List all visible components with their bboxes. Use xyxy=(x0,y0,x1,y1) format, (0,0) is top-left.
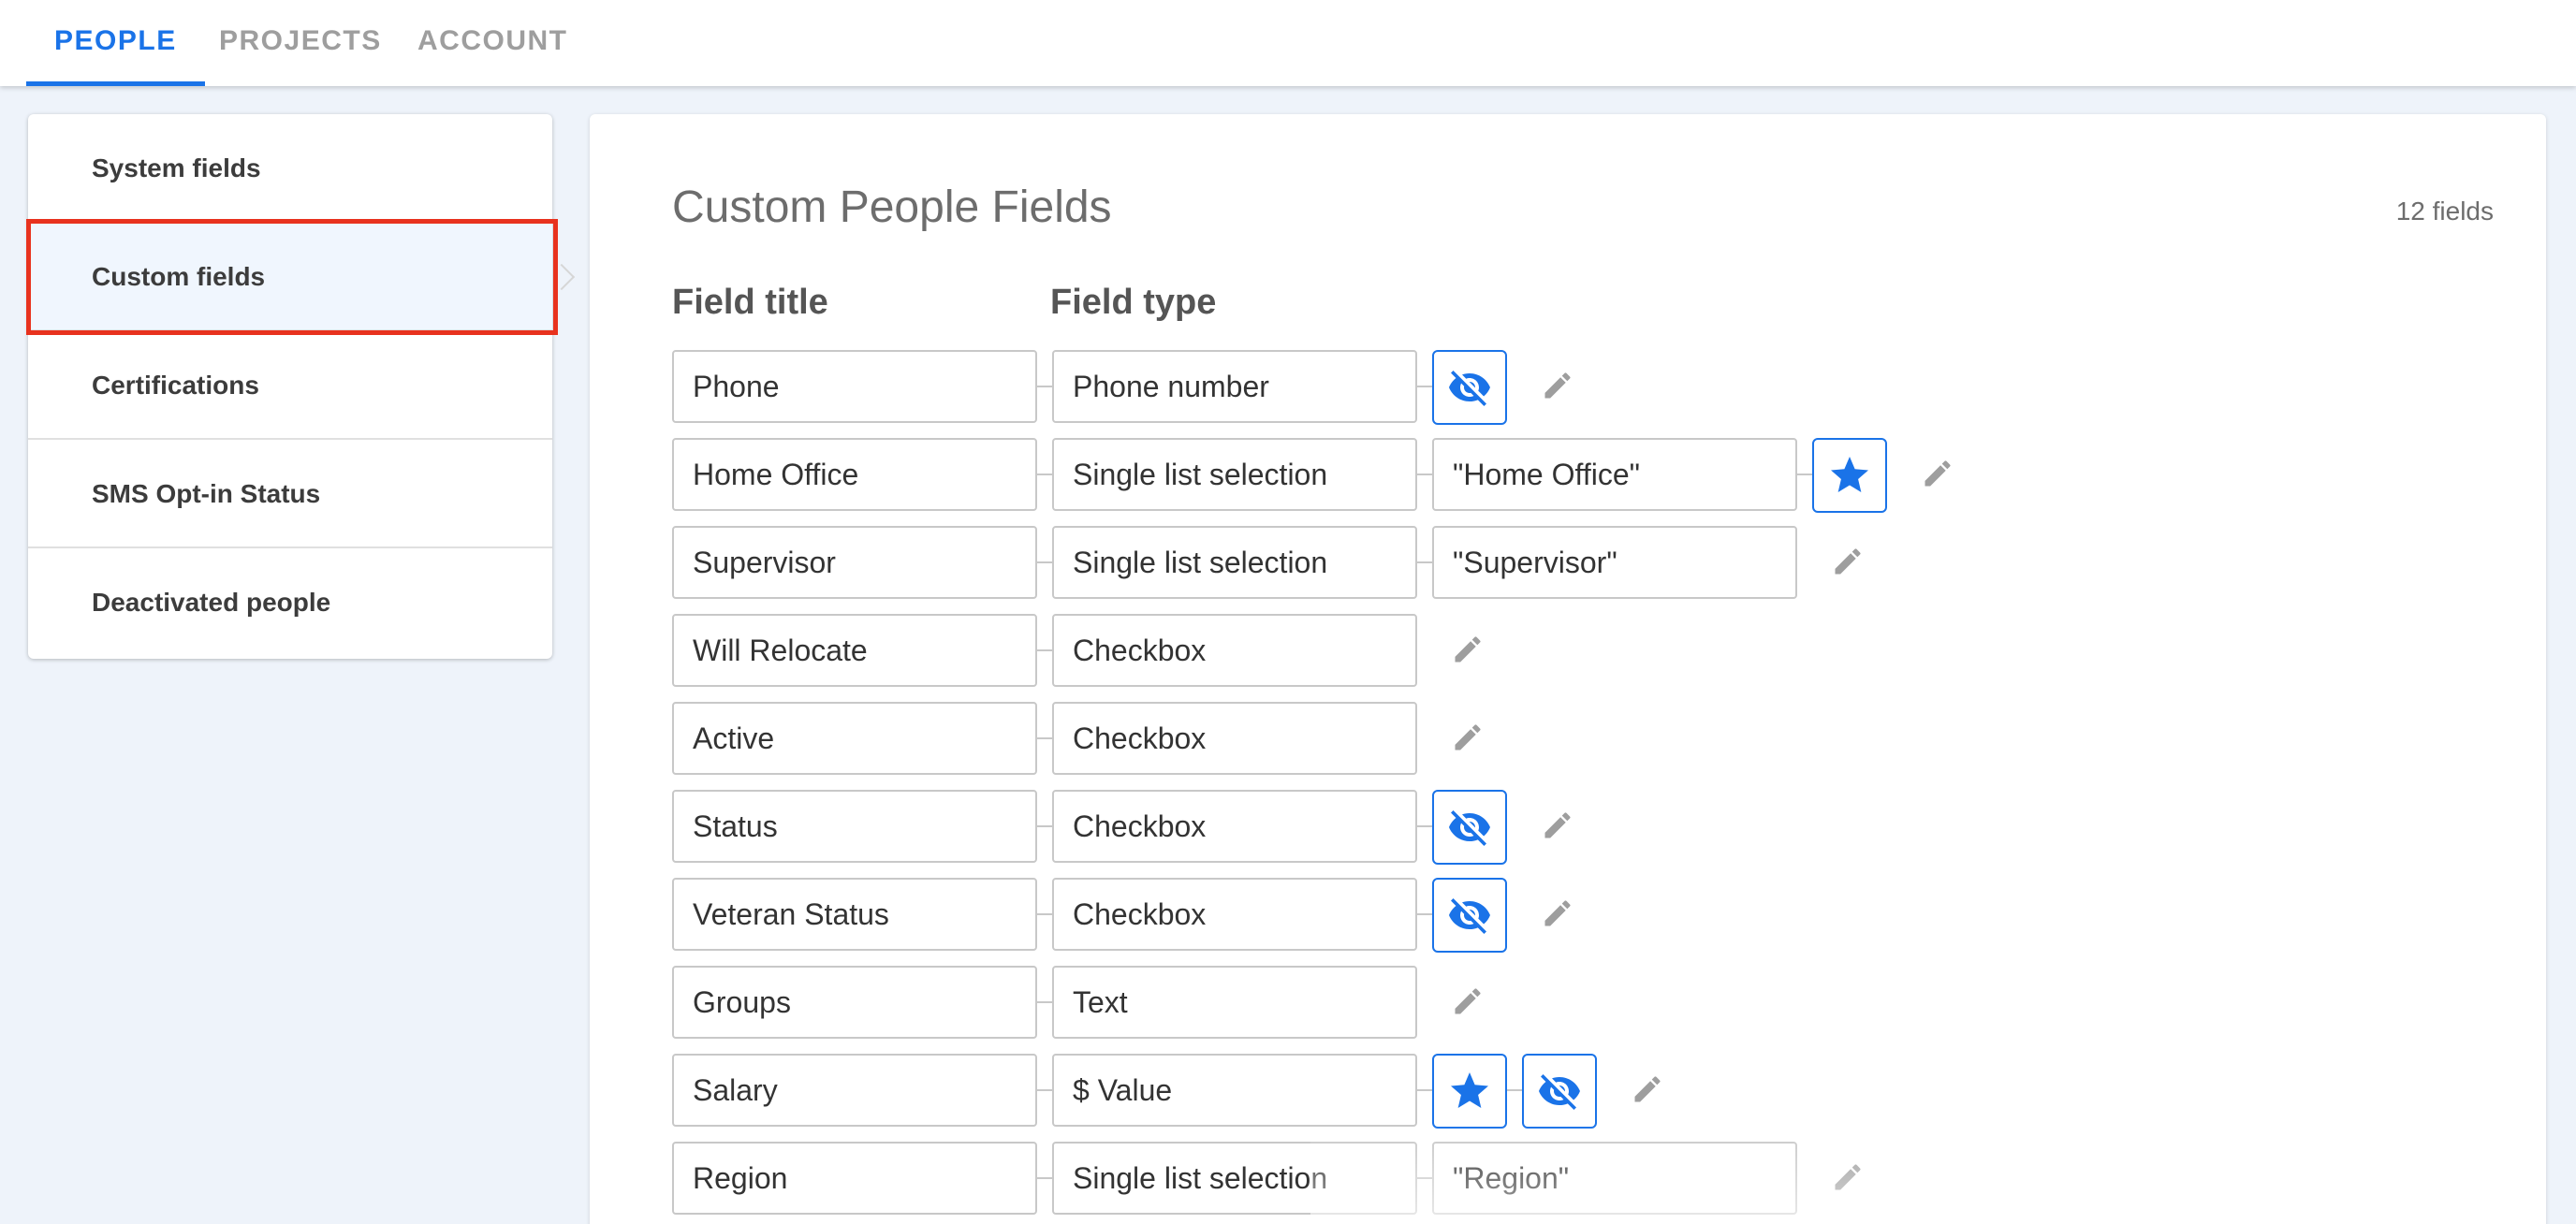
sidebar-item-certifications[interactable]: Certifications xyxy=(28,331,552,440)
top-nav: PEOPLE PROJECTS ACCOUNT xyxy=(0,0,2576,86)
connector-line xyxy=(1507,1089,1522,1091)
connector-line xyxy=(1037,649,1052,651)
page-title: Custom People Fields xyxy=(672,182,1112,232)
edit-pencil-icon[interactable] xyxy=(1919,455,1956,492)
field-type-select[interactable]: Checkbox xyxy=(1052,614,1417,687)
connector-line xyxy=(1037,474,1052,475)
main-panel: Custom People Fields 12 fields Field tit… xyxy=(590,114,2546,1224)
star-icon xyxy=(1447,1069,1492,1114)
field-title-input[interactable]: Will Relocate xyxy=(672,614,1037,687)
eye-off-toggle-button[interactable] xyxy=(1432,350,1507,425)
field-row: Supervisor Single list selection "Supervis… xyxy=(672,526,2170,599)
field-row: Phone Phone number xyxy=(672,350,2170,425)
sidebar-item-custom-fields[interactable]: Custom fields xyxy=(28,223,552,331)
field-value-box[interactable]: "Supervisor" xyxy=(1432,526,1797,599)
edit-pencil-icon[interactable] xyxy=(1449,983,1486,1020)
field-row: Status Checkbox xyxy=(672,790,2170,865)
connector-line xyxy=(1037,386,1052,387)
field-row: Salary $ Value xyxy=(672,1054,2170,1129)
field-title-input[interactable]: Supervisor xyxy=(672,526,1037,599)
field-type-select[interactable]: Checkbox xyxy=(1052,790,1417,863)
tab-account[interactable]: ACCOUNT xyxy=(417,0,568,86)
connector-line xyxy=(1037,1001,1052,1003)
field-row: Will Relocate Checkbox xyxy=(672,614,2170,687)
eye-off-toggle-button[interactable] xyxy=(1432,790,1507,865)
field-title-input[interactable]: Phone xyxy=(672,350,1037,423)
field-value-box[interactable]: "Home Office" xyxy=(1432,438,1797,511)
tab-people[interactable]: PEOPLE xyxy=(26,0,205,86)
connector-line xyxy=(1417,825,1432,827)
field-title-input[interactable]: Active xyxy=(672,702,1037,775)
edit-pencil-icon[interactable] xyxy=(1829,543,1866,580)
sidebar-item-system-fields[interactable]: System fields xyxy=(28,114,552,223)
edit-pencil-icon[interactable] xyxy=(1539,367,1576,404)
field-type-select[interactable]: Text xyxy=(1052,966,1417,1039)
star-icon xyxy=(1827,453,1872,498)
eye-off-icon xyxy=(1537,1069,1582,1114)
connector-line xyxy=(1417,474,1432,475)
settings-sidebar: System fields Custom fields Certificatio… xyxy=(28,114,552,659)
connector-line xyxy=(1037,737,1052,739)
field-title-input[interactable]: Salary xyxy=(672,1054,1037,1127)
field-row: Veteran Status Checkbox xyxy=(672,878,2170,953)
edit-pencil-icon[interactable] xyxy=(1629,1071,1666,1108)
connector-line xyxy=(1037,913,1052,915)
eye-off-icon xyxy=(1447,893,1492,938)
field-row: Home Office Single list selection "Home Of… xyxy=(672,438,2170,513)
edit-pencil-icon[interactable] xyxy=(1539,807,1576,844)
connector-line xyxy=(1797,474,1812,475)
connector-line xyxy=(1037,561,1052,563)
sidebar-item-sms-opt-in-status[interactable]: SMS Opt-in Status xyxy=(28,440,552,548)
field-type-select[interactable]: Checkbox xyxy=(1052,878,1417,951)
field-type-select[interactable]: Single list selection xyxy=(1052,1142,1417,1215)
field-title-input[interactable]: Home Office xyxy=(672,438,1037,511)
field-title-input[interactable]: Status xyxy=(672,790,1037,863)
field-count: 12 fields xyxy=(2395,197,2494,226)
edit-pencil-icon[interactable] xyxy=(1539,895,1576,932)
field-type-select[interactable]: Checkbox xyxy=(1052,702,1417,775)
connector-line xyxy=(1037,825,1052,827)
star-toggle-button[interactable] xyxy=(1432,1054,1507,1129)
field-row: Groups Text xyxy=(672,966,2170,1039)
eye-off-toggle-button[interactable] xyxy=(1522,1054,1597,1129)
field-row: Region Single list selection "Region" xyxy=(672,1142,2170,1215)
field-title-input[interactable]: Groups xyxy=(672,966,1037,1039)
eye-off-icon xyxy=(1447,805,1492,850)
connector-line xyxy=(1417,386,1432,387)
connector-line xyxy=(1417,1089,1432,1091)
star-toggle-button[interactable] xyxy=(1812,438,1887,513)
field-row: Active Checkbox xyxy=(672,702,2170,775)
edit-pencil-icon[interactable] xyxy=(1449,719,1486,756)
eye-off-toggle-button[interactable] xyxy=(1432,878,1507,953)
field-type-select[interactable]: Single list selection xyxy=(1052,526,1417,599)
field-value-box[interactable]: "Region" xyxy=(1432,1142,1797,1215)
field-type-select[interactable]: Single list selection xyxy=(1052,438,1417,511)
sidebar-item-deactivated-people[interactable]: Deactivated people xyxy=(28,548,552,657)
connector-line xyxy=(1417,1177,1432,1179)
connector-line xyxy=(1037,1177,1052,1179)
field-title-input[interactable]: Region xyxy=(672,1142,1037,1215)
eye-off-icon xyxy=(1447,365,1492,410)
field-type-select[interactable]: Phone number xyxy=(1052,350,1417,423)
edit-pencil-icon[interactable] xyxy=(1829,1158,1866,1196)
tab-projects[interactable]: PROJECTS xyxy=(219,0,382,86)
field-type-select[interactable]: $ Value xyxy=(1052,1054,1417,1127)
field-title-input[interactable]: Veteran Status xyxy=(672,878,1037,951)
column-header-field-type: Field type xyxy=(1050,283,1217,322)
connector-line xyxy=(1417,561,1432,563)
column-header-field-title: Field title xyxy=(672,283,828,322)
connector-line xyxy=(1037,1089,1052,1091)
edit-pencil-icon[interactable] xyxy=(1449,631,1486,668)
selected-pointer xyxy=(548,263,576,291)
connector-line xyxy=(1417,913,1432,915)
